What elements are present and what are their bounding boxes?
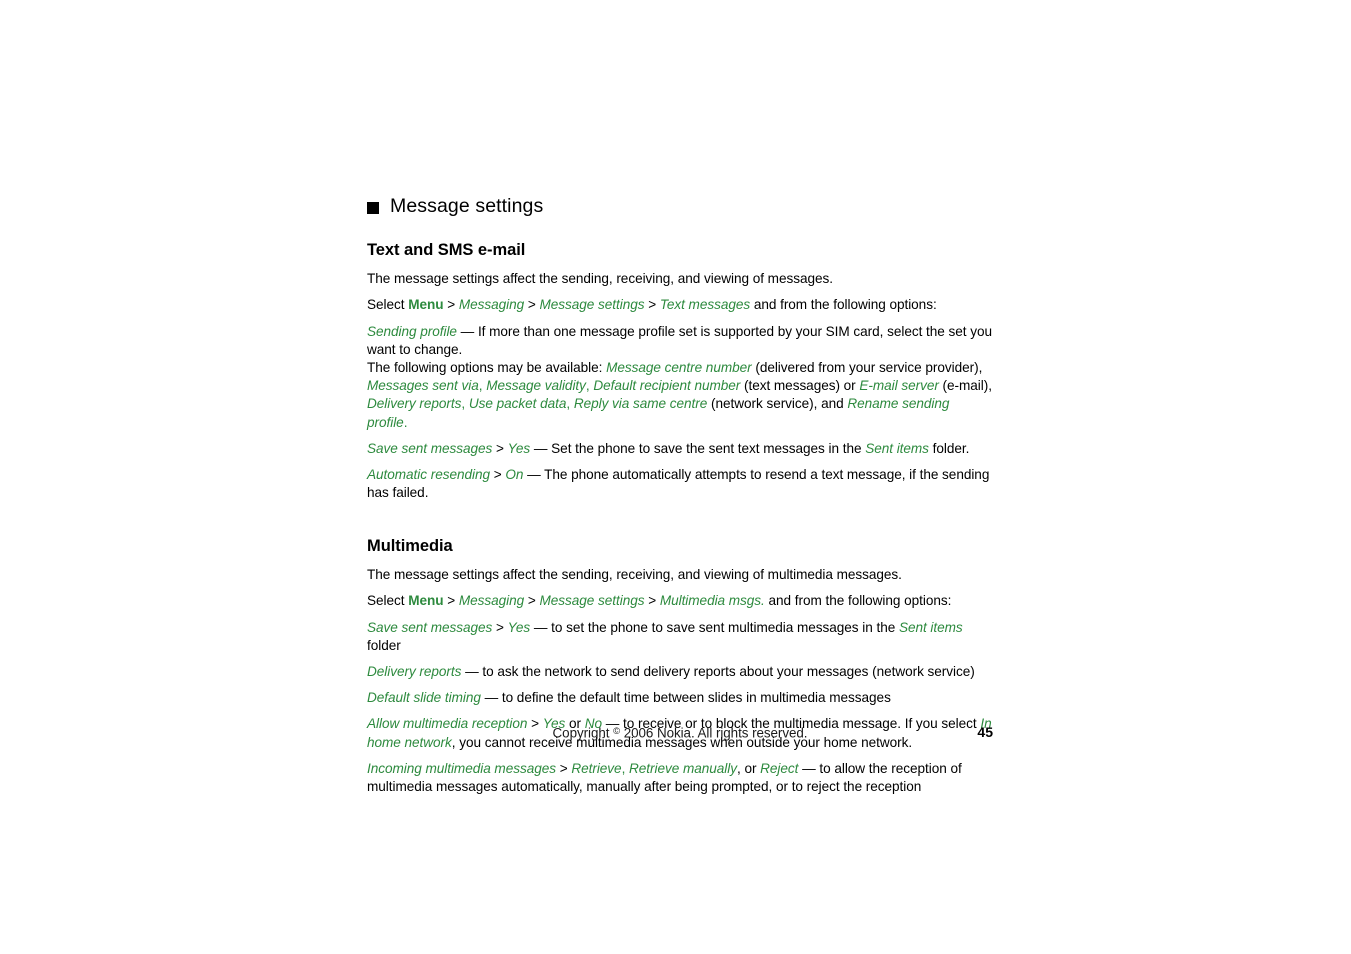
ui-term: Multimedia msgs. xyxy=(659,593,765,609)
ui-term: Retrieve manually xyxy=(629,760,737,776)
section-heading-multimedia: Multimedia xyxy=(367,537,453,556)
ui-term: > xyxy=(489,467,506,483)
ui-term: Default slide timing xyxy=(367,690,481,706)
paragraph-delivery-reports-mms: Delivery reports — to ask the network to… xyxy=(367,664,975,680)
ui-term: > xyxy=(556,760,572,776)
ui-term: > xyxy=(524,297,540,313)
ui-term: Default recipient number xyxy=(593,378,741,394)
ui-term: Save sent messages xyxy=(367,619,493,635)
ui-term: Message validity xyxy=(486,378,586,394)
ui-term: Menu xyxy=(408,297,444,313)
ui-term: Sent items xyxy=(865,440,929,456)
paragraph-sending-profile: Sending profile — If more than one messa… xyxy=(367,323,992,357)
ui-term: E-mail server xyxy=(859,378,939,394)
copyright-suffix: 2006 Nokia. All rights reserved. xyxy=(620,725,808,741)
chapter-heading: Message settings xyxy=(367,195,993,217)
ui-term: Messaging xyxy=(458,297,525,313)
copyright-prefix: Copyright xyxy=(552,725,614,741)
copyright-notice: Copyright © 2006 Nokia. All rights reser… xyxy=(367,722,993,744)
ui-term: Message settings xyxy=(539,593,645,609)
section-heading-text-and-sms-email: Text and SMS e-mail xyxy=(367,241,526,260)
ui-term: > xyxy=(492,619,508,635)
ui-term: > xyxy=(644,593,660,609)
ui-term: Yes xyxy=(507,440,531,456)
ui-term: Delivery reports xyxy=(367,396,462,412)
ui-term: Messages sent via xyxy=(367,378,479,394)
ui-term: Save sent messages xyxy=(367,440,493,456)
paragraph-automatic-resending: Automatic resending > On — The phone aut… xyxy=(367,467,990,501)
ui-term: Retrieve xyxy=(571,760,622,776)
ui-term: Messaging xyxy=(458,593,525,609)
paragraph-mms-path: Select Menu > Messaging > Message settin… xyxy=(367,593,952,609)
section-body-multimedia: The message settings affect the sending,… xyxy=(367,566,993,796)
paragraph-incoming-multimedia-messages: Incoming multimedia messages > Retrieve,… xyxy=(367,760,962,795)
ui-term: > xyxy=(443,593,459,609)
ui-term: On xyxy=(505,467,524,483)
ui-term: Automatic resending xyxy=(367,467,490,483)
ui-term: Message settings xyxy=(539,297,645,313)
ui-term: , xyxy=(566,396,574,412)
manual-page-content: Message settings Text and SMS e-mail The… xyxy=(367,195,993,804)
ui-term: , xyxy=(621,760,630,776)
paragraph-available-options: The following options may be available: … xyxy=(367,360,992,430)
paragraph-sms-path: Select Menu > Messaging > Message settin… xyxy=(367,297,937,313)
black-square-bullet-icon xyxy=(367,201,379,214)
paragraph-sms-intro: The message settings affect the sending,… xyxy=(367,271,833,287)
ui-term: > xyxy=(524,593,540,609)
ui-term: Yes xyxy=(507,619,531,635)
ui-term: , xyxy=(461,396,469,412)
ui-term: Message centre number xyxy=(606,360,752,376)
ui-term: > xyxy=(644,297,660,313)
page-footer: Copyright © 2006 Nokia. All rights reser… xyxy=(367,722,993,742)
copyright-symbol: © xyxy=(613,726,621,737)
section-body-text-and-sms-email: The message settings affect the sending,… xyxy=(367,270,993,502)
paragraph-mms-intro: The message settings affect the sending,… xyxy=(367,567,902,583)
ui-term: Reply via same centre xyxy=(573,396,708,412)
section-multimedia: Multimedia The message settings affect t… xyxy=(367,537,993,796)
ui-term: Use packet data xyxy=(468,396,567,412)
paragraph-default-slide-timing: Default slide timing — to define the def… xyxy=(367,690,891,706)
ui-term: Text messages xyxy=(659,297,751,313)
section-text-and-sms-email: Text and SMS e-mail The message settings… xyxy=(367,241,993,502)
ui-term: . xyxy=(403,414,408,430)
page-title: Message settings xyxy=(390,195,544,217)
ui-term: > xyxy=(492,440,508,456)
ui-term: Sent items xyxy=(898,619,963,635)
paragraph-save-sent-messages-sms: Save sent messages > Yes — Set the phone… xyxy=(367,440,970,456)
page-number: 45 xyxy=(977,724,993,740)
ui-term: > xyxy=(443,297,459,313)
ui-term: Delivery reports xyxy=(367,664,462,680)
ui-term: Reject xyxy=(760,760,799,776)
ui-term: Menu xyxy=(408,593,444,609)
ui-term: Incoming multimedia messages xyxy=(367,760,556,776)
ui-term: Sending profile xyxy=(367,323,457,339)
paragraph-save-sent-messages-mms: Save sent messages > Yes — to set the ph… xyxy=(367,619,963,653)
